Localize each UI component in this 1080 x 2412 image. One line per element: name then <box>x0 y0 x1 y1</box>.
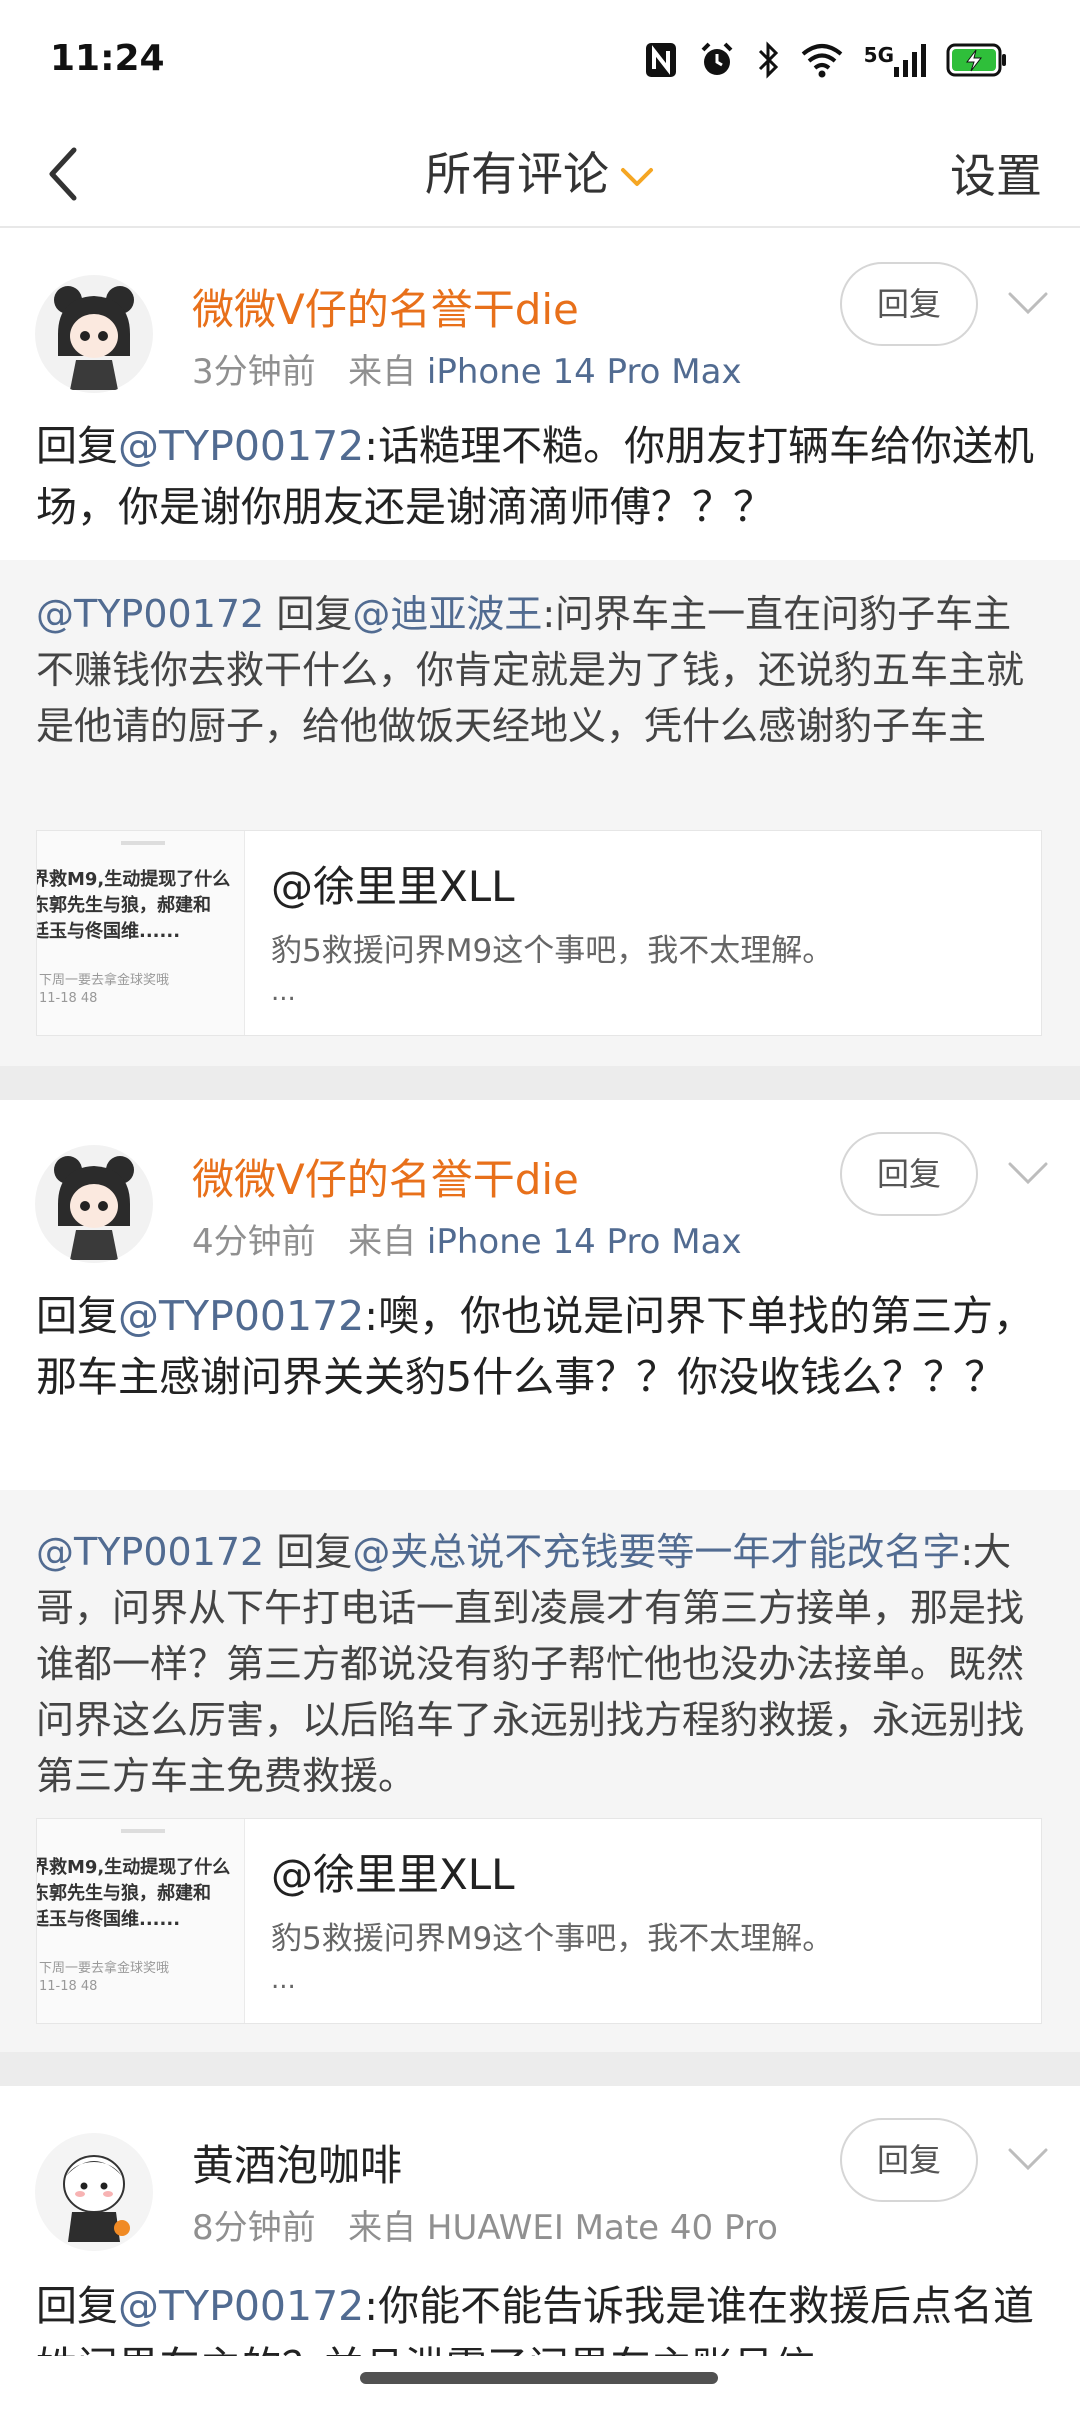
bluetooth-icon <box>756 41 780 79</box>
mention-link[interactable]: @TYP00172 <box>118 1292 364 1340</box>
device-name: HUAWEI Mate 40 Pro <box>426 2208 778 2248</box>
wifi-icon <box>800 42 844 78</box>
status-time: 11:24 <box>50 38 165 79</box>
quoted-comment[interactable]: @TYP00172 回复@迪亚波王:问界车主一直在问豹子车主 不赚钱你去救干什么… <box>0 560 1080 1066</box>
quote-text: @TYP00172 回复@夹总说不充钱要等一年才能改名字:大哥，问界从下午打电话… <box>36 1524 1046 1804</box>
nav-bar: 所有评论 设置 <box>0 120 1080 228</box>
thumb-text: 东郭先生与狼，郝建和 <box>37 895 211 916</box>
card-ellipsis: ... <box>271 977 296 1007</box>
section-divider <box>0 2052 1080 2086</box>
thumb-text: 11-18 48 <box>39 1979 98 1994</box>
quote-text: @TYP00172 回复@迪亚波王:问界车主一直在问豹子车主 不赚钱你去救干什么… <box>36 586 1046 754</box>
thumb-text: 廷玉与佟国维...... <box>37 1909 181 1930</box>
reply-button[interactable]: 回复 <box>840 2118 978 2202</box>
source-prefix: 来自 <box>348 352 417 392</box>
username[interactable]: 微微V仔的名誉干die <box>192 276 579 337</box>
quoted-comment[interactable]: @TYP00172 回复@夹总说不充钱要等一年才能改名字:大哥，问界从下午打电话… <box>0 1490 1080 2052</box>
comment-meta: 3分钟前 来自 iPhone 14 Pro Max <box>192 344 742 393</box>
comment-time: 3分钟前 <box>192 352 316 392</box>
comment-meta: 4分钟前 来自 iPhone 14 Pro Max <box>192 1214 742 1263</box>
chevron-down-icon <box>619 145 655 199</box>
page-title: 所有评论 <box>425 147 609 201</box>
thumb-text: 东郭先生与狼，郝建和 <box>37 1883 211 1904</box>
card-ellipsis: ... <box>271 1965 296 1995</box>
thumb-text: 界救M9,生动提现了什么 <box>37 869 231 890</box>
comment-text: 回复@TYP00172:噢，你也说是问界下单找的第三方，那车主感谢问界关关豹5什… <box>36 1286 1046 1408</box>
network-type-label: 5G <box>863 43 894 67</box>
reply-button[interactable]: 回复 <box>840 262 978 346</box>
comment-text: 回复@TYP00172:你能不能告诉我是谁在救援后点名道姓问界车主的？并且泄露了… <box>36 2276 1046 2356</box>
comment-item: 微微V仔的名誉干die 4分钟前 来自 iPhone 14 Pro Max 回复… <box>0 1100 1080 1490</box>
quote-reply-word: 回复 <box>264 592 353 636</box>
device-name: iPhone 14 Pro Max <box>426 352 742 392</box>
battery-charging-icon <box>946 42 1008 78</box>
chevron-down-icon <box>1006 292 1050 322</box>
mention-link[interactable]: @TYP00172 <box>118 422 364 470</box>
comment-filter-dropdown[interactable]: 所有评论 <box>0 138 1080 205</box>
thumb-text: 下周一要去拿金球奖哦 <box>39 1961 170 1976</box>
comment-time: 8分钟前 <box>192 2208 316 2248</box>
reply-prefix: 回复 <box>36 422 118 470</box>
thumb-text: 界救M9,生动提现了什么 <box>37 1857 231 1878</box>
comment-more-button[interactable] <box>1006 1158 1050 1188</box>
thumb-text: 廷玉与佟国维...... <box>37 921 181 942</box>
card-thumbnail: 界救M9,生动提现了什么 东郭先生与狼，郝建和 廷玉与佟国维...... 下周一… <box>37 1819 245 2023</box>
status-icons: 5G <box>644 36 1008 84</box>
comment-more-button[interactable] <box>1006 288 1050 318</box>
comment-meta: 8分钟前 来自 HUAWEI Mate 40 Pro <box>192 2200 778 2249</box>
settings-button[interactable]: 设置 <box>950 140 1042 206</box>
reply-prefix: 回复 <box>36 2282 118 2330</box>
home-indicator[interactable] <box>360 2372 718 2384</box>
thumb-text: 下周一要去拿金球奖哦 <box>39 973 170 988</box>
signal-icon <box>894 43 926 77</box>
card-description: 豹5救援问界M9这个事吧，我不太理解。 <box>271 1921 834 1957</box>
chevron-down-icon <box>1006 1162 1050 1192</box>
section-divider <box>0 1066 1080 1100</box>
chevron-down-icon <box>1006 2148 1050 2178</box>
comment-item: 黄酒泡咖啡 8分钟前 来自 HUAWEI Mate 40 Pro 回复 回复@T… <box>0 2086 1080 2356</box>
card-description: 豹5救援问界M9这个事吧，我不太理解。 <box>271 933 834 969</box>
thumb-text: 11-18 48 <box>39 991 98 1006</box>
comment-text: 回复@TYP00172:话糙理不糙。你朋友打辆车给你送机场，你是谢你朋友还是谢滴… <box>36 416 1046 538</box>
card-thumbnail: 界救M9,生动提现了什么 东郭先生与狼，郝建和 廷玉与佟国维...... 下周一… <box>37 831 245 1035</box>
status-bar: 11:24 5G <box>0 0 1080 120</box>
avatar[interactable] <box>34 2132 154 2252</box>
mention-link[interactable]: @TYP00172 <box>118 2282 364 2330</box>
link-card[interactable]: 界救M9,生动提现了什么 东郭先生与狼，郝建和 廷玉与佟国维...... 下周一… <box>36 830 1042 1036</box>
nfc-icon <box>644 41 678 79</box>
mention-link[interactable]: @迪亚波王 <box>352 592 542 636</box>
avatar[interactable] <box>34 1144 154 1264</box>
quote-reply-word: 回复 <box>264 1530 353 1574</box>
alarm-icon <box>698 41 736 79</box>
mention-link[interactable]: @夹总说不充钱要等一年才能改名字 <box>352 1530 960 1574</box>
comment-item: 微微V仔的名誉干die 3分钟前 来自 iPhone 14 Pro Max 回复… <box>0 230 1080 570</box>
mention-link[interactable]: @TYP00172 <box>36 1530 264 1574</box>
avatar[interactable] <box>34 274 154 394</box>
reply-button[interactable]: 回复 <box>840 1132 978 1216</box>
device-name: iPhone 14 Pro Max <box>426 1222 742 1262</box>
reply-prefix: 回复 <box>36 1292 118 1340</box>
source-prefix: 来自 <box>348 2208 417 2248</box>
comment-more-button[interactable] <box>1006 2144 1050 2174</box>
source-prefix: 来自 <box>348 1222 417 1262</box>
mention-link[interactable]: @TYP00172 <box>36 592 264 636</box>
username[interactable]: 黄酒泡咖啡 <box>192 2132 402 2193</box>
link-card[interactable]: 界救M9,生动提现了什么 东郭先生与狼，郝建和 廷玉与佟国维...... 下周一… <box>36 1818 1042 2024</box>
card-title: @徐里里XLL <box>271 862 515 911</box>
username[interactable]: 微微V仔的名誉干die <box>192 1146 579 1207</box>
card-title: @徐里里XLL <box>271 1850 515 1899</box>
comment-time: 4分钟前 <box>192 1222 316 1262</box>
